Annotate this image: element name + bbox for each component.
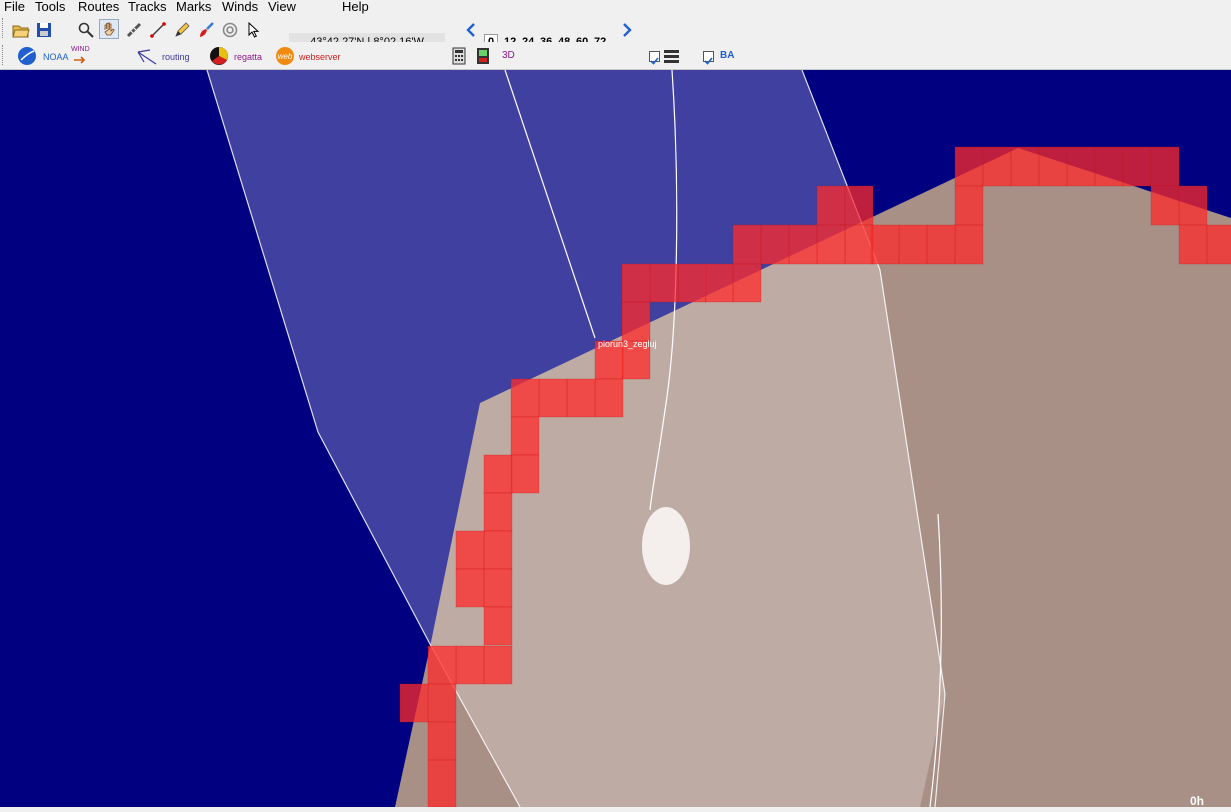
3d-view-button[interactable]: 3D bbox=[502, 50, 515, 62]
next-forecast-button[interactable] bbox=[619, 20, 635, 40]
folder-icon bbox=[12, 25, 30, 38]
hand-icon bbox=[104, 22, 115, 36]
calculator-icon bbox=[452, 47, 466, 65]
arrow-left-icon bbox=[466, 23, 475, 37]
service-toolbar: NOAA WIND routing regatta web webserver … bbox=[0, 42, 1231, 70]
checkmark-icon bbox=[704, 57, 713, 65]
pan-button[interactable] bbox=[99, 19, 119, 39]
regatta-icon bbox=[210, 47, 228, 65]
menu-bar: File Tools Routes Tracks Marks Winds Vie… bbox=[0, 0, 1231, 14]
menu-file[interactable]: File bbox=[4, 0, 25, 14]
layers-checkbox[interactable] bbox=[649, 51, 660, 65]
brush-button[interactable] bbox=[196, 20, 216, 40]
menu-tracks[interactable]: Tracks bbox=[128, 0, 167, 14]
time-label: 0h bbox=[1190, 794, 1205, 808]
noaa-label[interactable]: NOAA bbox=[43, 51, 69, 63]
ruler-icon bbox=[126, 22, 142, 38]
route-draw-button[interactable] bbox=[148, 20, 168, 40]
zoom-button[interactable] bbox=[76, 20, 96, 40]
routing-icon bbox=[137, 49, 157, 65]
route-icon bbox=[150, 22, 166, 38]
ba-checkbox[interactable] bbox=[703, 51, 714, 65]
menu-routes[interactable]: Routes bbox=[78, 0, 119, 14]
save-button[interactable] bbox=[34, 20, 54, 40]
device-button[interactable] bbox=[473, 46, 493, 66]
ba-label[interactable]: BA bbox=[720, 50, 734, 62]
brush-icon bbox=[200, 22, 214, 37]
toolbar-grip[interactable] bbox=[2, 45, 5, 65]
noaa-globe-icon bbox=[18, 47, 36, 65]
noaa-button[interactable] bbox=[17, 46, 37, 66]
calculator-button[interactable] bbox=[449, 46, 469, 66]
cursor-icon bbox=[248, 22, 260, 38]
target-icon bbox=[222, 22, 238, 38]
wind-label[interactable]: WIND bbox=[71, 46, 90, 54]
previous-forecast-button[interactable] bbox=[463, 20, 479, 40]
boat-label: piorun3_zegluj bbox=[598, 339, 657, 349]
open-folder-button[interactable] bbox=[11, 20, 31, 40]
pencil-button[interactable] bbox=[172, 20, 192, 40]
gps-device-icon bbox=[477, 48, 489, 64]
pencil-icon bbox=[175, 22, 190, 37]
menu-tools[interactable]: Tools bbox=[35, 0, 65, 14]
webserver-label[interactable]: webserver bbox=[299, 51, 341, 63]
chart-map[interactable]: piorun3_zegluj 0h bbox=[0, 69, 1231, 808]
routing-label[interactable]: routing bbox=[162, 51, 190, 63]
magnifier-icon bbox=[78, 22, 94, 38]
menu-view[interactable]: View bbox=[268, 0, 296, 14]
main-toolbar: 43°42.27'N | 8°02.16'W 0 12 24 36 48 60 … bbox=[0, 14, 1231, 51]
svg-text:web: web bbox=[278, 52, 293, 61]
floppy-icon bbox=[37, 23, 51, 37]
menu-help[interactable]: Help bbox=[342, 0, 369, 14]
arrow-right-icon bbox=[623, 23, 632, 37]
checkmark-icon bbox=[650, 57, 659, 65]
toolbar-grip[interactable] bbox=[2, 18, 5, 38]
menu-marks[interactable]: Marks bbox=[176, 0, 211, 14]
target-button[interactable] bbox=[220, 20, 240, 40]
web-icon: web bbox=[276, 47, 294, 65]
select-button[interactable] bbox=[244, 20, 264, 40]
layers-icon bbox=[664, 50, 679, 63]
map-canvas[interactable] bbox=[0, 69, 1231, 808]
regatta-label[interactable]: regatta bbox=[234, 51, 262, 63]
menu-winds[interactable]: Winds bbox=[222, 0, 258, 14]
wind-arrow-icon bbox=[74, 56, 86, 64]
measure-button[interactable] bbox=[124, 20, 144, 40]
boat-position-marker[interactable] bbox=[642, 507, 690, 585]
